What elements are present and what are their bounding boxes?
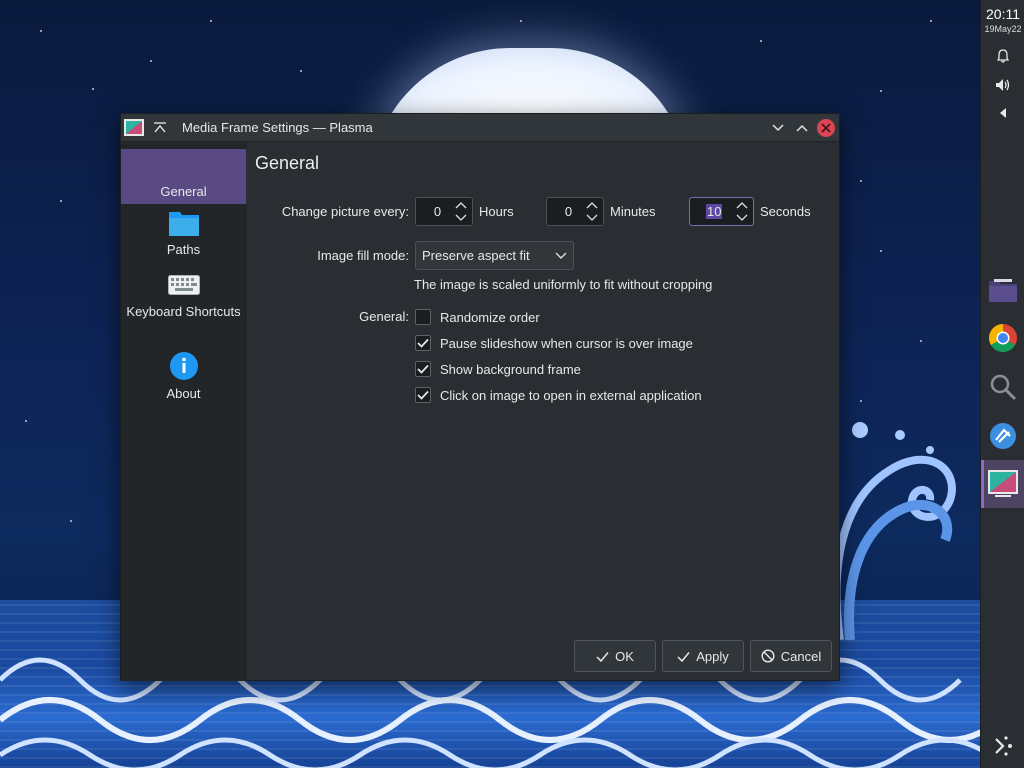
checkmark-icon [417, 364, 429, 374]
expand-tray-icon[interactable] [993, 105, 1013, 125]
sidebar-item-label: About [166, 386, 201, 401]
sidebar-item-general[interactable]: General [121, 149, 246, 204]
sidebar-item-label: General [160, 184, 207, 199]
file-manager-icon[interactable] [987, 274, 1019, 306]
seconds-spinbox[interactable]: 10 [689, 197, 754, 226]
checkbox-label: Pause slideshow when cursor is over imag… [440, 335, 693, 351]
fill-mode-value: Preserve aspect fit [422, 248, 530, 263]
show-background-frame-checkbox[interactable]: Show background frame [415, 360, 581, 378]
seconds-unit: Seconds [760, 204, 811, 219]
checkmark-icon [417, 390, 429, 400]
clock-time[interactable]: 20:11 [981, 6, 1024, 22]
minutes-spinbox[interactable]: 0 [546, 197, 604, 226]
randomize-order-checkbox[interactable]: Randomize order [415, 308, 540, 326]
minutes-unit: Minutes [610, 204, 656, 219]
settings-sidebar: General Paths Keyboard Shortcuts About [121, 143, 246, 681]
chevron-down-icon [555, 252, 567, 259]
checkbox-box[interactable] [415, 309, 431, 325]
hours-spinbox[interactable]: 0 [415, 197, 473, 226]
clock-date[interactable]: 19May22 [981, 24, 1024, 34]
checkbox-box[interactable] [415, 361, 431, 377]
maximize-button[interactable] [793, 119, 811, 137]
check-icon [596, 651, 609, 662]
spin-arrows-icon[interactable] [584, 199, 600, 224]
folder-icon [168, 212, 199, 236]
sidebar-item-keyboard-shortcuts[interactable]: Keyboard Shortcuts [121, 275, 246, 345]
spin-arrows-icon[interactable] [453, 199, 469, 224]
keep-above-icon[interactable] [152, 120, 168, 136]
check-icon [677, 651, 690, 662]
sidebar-item-label: Keyboard Shortcuts [126, 304, 241, 319]
window-title: Media Frame Settings — Plasma [182, 120, 373, 135]
fill-mode-label: Image fill mode: [317, 248, 409, 263]
plasma-panel: 20:11 19May22 [980, 0, 1024, 768]
minimize-button[interactable] [769, 119, 787, 137]
pause-slideshow-checkbox[interactable]: Pause slideshow when cursor is over imag… [415, 334, 693, 352]
seconds-value: 10 [706, 204, 723, 219]
general-options-label: General: [359, 309, 409, 324]
checkbox-label: Click on image to open in external appli… [440, 387, 702, 403]
apply-button[interactable]: Apply [662, 640, 744, 672]
hours-unit: Hours [479, 204, 514, 219]
checkmark-icon [417, 338, 429, 348]
keyboard-icon [167, 275, 200, 295]
settings-content: General Change picture every: 0 Hours 0 … [247, 143, 839, 681]
checkbox-box[interactable] [415, 387, 431, 403]
fill-mode-hint: The image is scaled uniformly to fit wit… [414, 277, 713, 292]
bell-icon[interactable] [993, 48, 1013, 68]
app-icon[interactable] [124, 118, 144, 138]
apply-label: Apply [696, 648, 729, 664]
kde-connect-icon[interactable] [987, 730, 1019, 762]
click-open-external-checkbox[interactable]: Click on image to open in external appli… [415, 386, 702, 404]
checkbox-label: Show background frame [440, 361, 581, 377]
volume-icon[interactable] [993, 77, 1013, 97]
fill-mode-select[interactable]: Preserve aspect fit [415, 241, 574, 270]
info-icon [169, 352, 198, 380]
change-picture-label: Change picture every: [281, 204, 409, 219]
sidebar-item-paths[interactable]: Paths [121, 209, 246, 265]
page-title: General [255, 153, 320, 173]
checkbox-label: Randomize order [440, 309, 540, 325]
ok-label: OK [615, 648, 634, 664]
checkbox-box[interactable] [415, 335, 431, 351]
spin-arrows-icon[interactable] [734, 199, 750, 224]
cancel-icon [761, 649, 775, 663]
sidebar-item-about[interactable]: About [121, 351, 246, 407]
close-button[interactable] [817, 119, 835, 137]
media-frame-settings-icon[interactable] [987, 468, 1019, 500]
cancel-label: Cancel [780, 648, 822, 664]
ok-button[interactable]: OK [574, 640, 656, 672]
chrome-icon[interactable] [987, 322, 1019, 354]
titlebar[interactable]: Media Frame Settings — Plasma [121, 114, 839, 142]
close-icon [821, 123, 831, 133]
cancel-button[interactable]: Cancel [750, 640, 832, 672]
discover-icon[interactable] [987, 420, 1019, 452]
media-frame-settings-dialog: Media Frame Settings — Plasma General Pa… [120, 113, 840, 681]
sidebar-item-label: Paths [166, 242, 201, 257]
search-icon[interactable] [987, 371, 1019, 403]
